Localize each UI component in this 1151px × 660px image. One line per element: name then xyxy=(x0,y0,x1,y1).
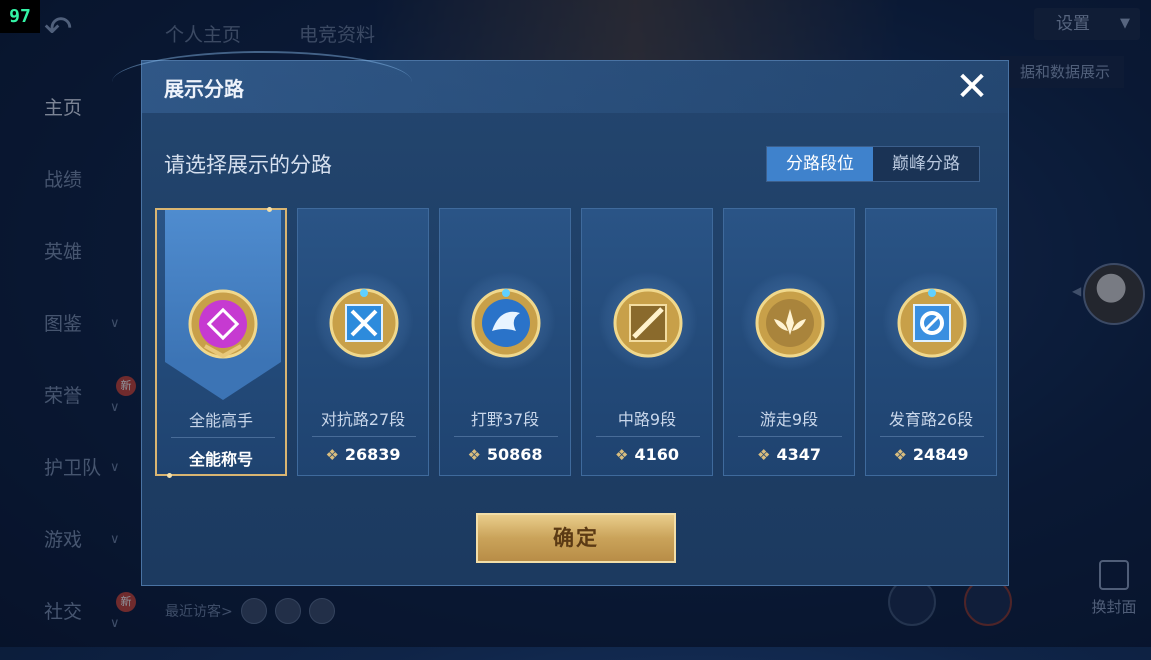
lane-score: 全能称号 xyxy=(157,446,285,470)
lane-role-label: 游走9段 xyxy=(759,410,819,429)
lane-display-dialog: 展示分路 ✕ 请选择展示的分路 分路段位 巅峰分路 全能高手 全能称号 对抗路2… xyxy=(112,51,1009,586)
lane-mode-toggle: 分路段位 巅峰分路 xyxy=(766,146,980,182)
mid-lane-icon xyxy=(613,288,683,358)
lane-card-jungle[interactable]: 打野37段 ❖ 50868 xyxy=(439,208,571,476)
lane-score-value: 26839 xyxy=(344,445,401,464)
decorative-swirl xyxy=(112,51,412,113)
all-round-master-icon xyxy=(188,289,258,359)
lane-card-mid[interactable]: 中路9段 ❖ 4160 xyxy=(581,208,713,476)
tab-lane-rank[interactable]: 分路段位 xyxy=(767,147,873,181)
divider xyxy=(454,436,558,437)
lane-role-label: 全能高手 xyxy=(188,411,253,430)
lane-card-farm[interactable]: 发育路26段 ❖ 24849 xyxy=(865,208,997,476)
dialog-prompt: 请选择展示的分路 xyxy=(164,153,332,177)
divider xyxy=(596,436,700,437)
dialog-title: 展示分路 xyxy=(164,77,244,101)
lane-card-clash[interactable]: 对抗路27段 ❖ 26839 xyxy=(297,208,429,476)
fps-counter: 97 xyxy=(0,0,40,33)
jungle-icon xyxy=(471,288,541,358)
lane-score: ❖ 4160 xyxy=(582,445,712,464)
clash-lane-icon xyxy=(329,288,399,358)
divider xyxy=(738,436,842,437)
lane-cards: 全能高手 全能称号 对抗路27段 ❖ 26839 打野37段 ❖ 50868 中… xyxy=(155,207,997,478)
tab-peak-lane[interactable]: 巅峰分路 xyxy=(873,147,979,181)
close-icon[interactable]: ✕ xyxy=(952,67,992,107)
peak-points-icon: ❖ xyxy=(325,446,339,464)
lane-score-value: 50868 xyxy=(486,445,543,464)
lane-score-value: 4160 xyxy=(634,445,679,464)
lane-card-all-round[interactable]: 全能高手 全能称号 xyxy=(155,207,287,478)
lane-score-value: 24849 xyxy=(912,445,969,464)
lane-score-value: 4347 xyxy=(776,445,821,464)
lane-score-value: 全能称号 xyxy=(188,450,253,469)
peak-points-icon: ❖ xyxy=(467,446,481,464)
farm-lane-icon xyxy=(897,288,967,358)
lane-role-label: 中路9段 xyxy=(617,410,677,429)
lane-score: ❖ 24849 xyxy=(866,445,996,464)
peak-points-icon: ❖ xyxy=(893,446,907,464)
lane-role-label: 对抗路27段 xyxy=(320,410,406,429)
divider xyxy=(171,437,275,438)
lane-score: ❖ 50868 xyxy=(440,445,570,464)
corner-decoration xyxy=(267,207,272,212)
lane-card-roam[interactable]: 游走9段 ❖ 4347 xyxy=(723,208,855,476)
lane-score: ❖ 4347 xyxy=(724,445,854,464)
corner-decoration xyxy=(167,473,172,478)
lane-role-label: 发育路26段 xyxy=(888,410,974,429)
peak-points-icon: ❖ xyxy=(615,446,629,464)
dialog-header: 展示分路 ✕ xyxy=(112,51,1008,113)
lane-score: ❖ 26839 xyxy=(298,445,428,464)
divider xyxy=(880,436,984,437)
confirm-button[interactable]: 确定 xyxy=(476,513,676,563)
divider xyxy=(312,436,416,437)
roam-icon xyxy=(755,288,825,358)
lane-role-label: 打野37段 xyxy=(470,410,540,429)
peak-points-icon: ❖ xyxy=(757,446,771,464)
